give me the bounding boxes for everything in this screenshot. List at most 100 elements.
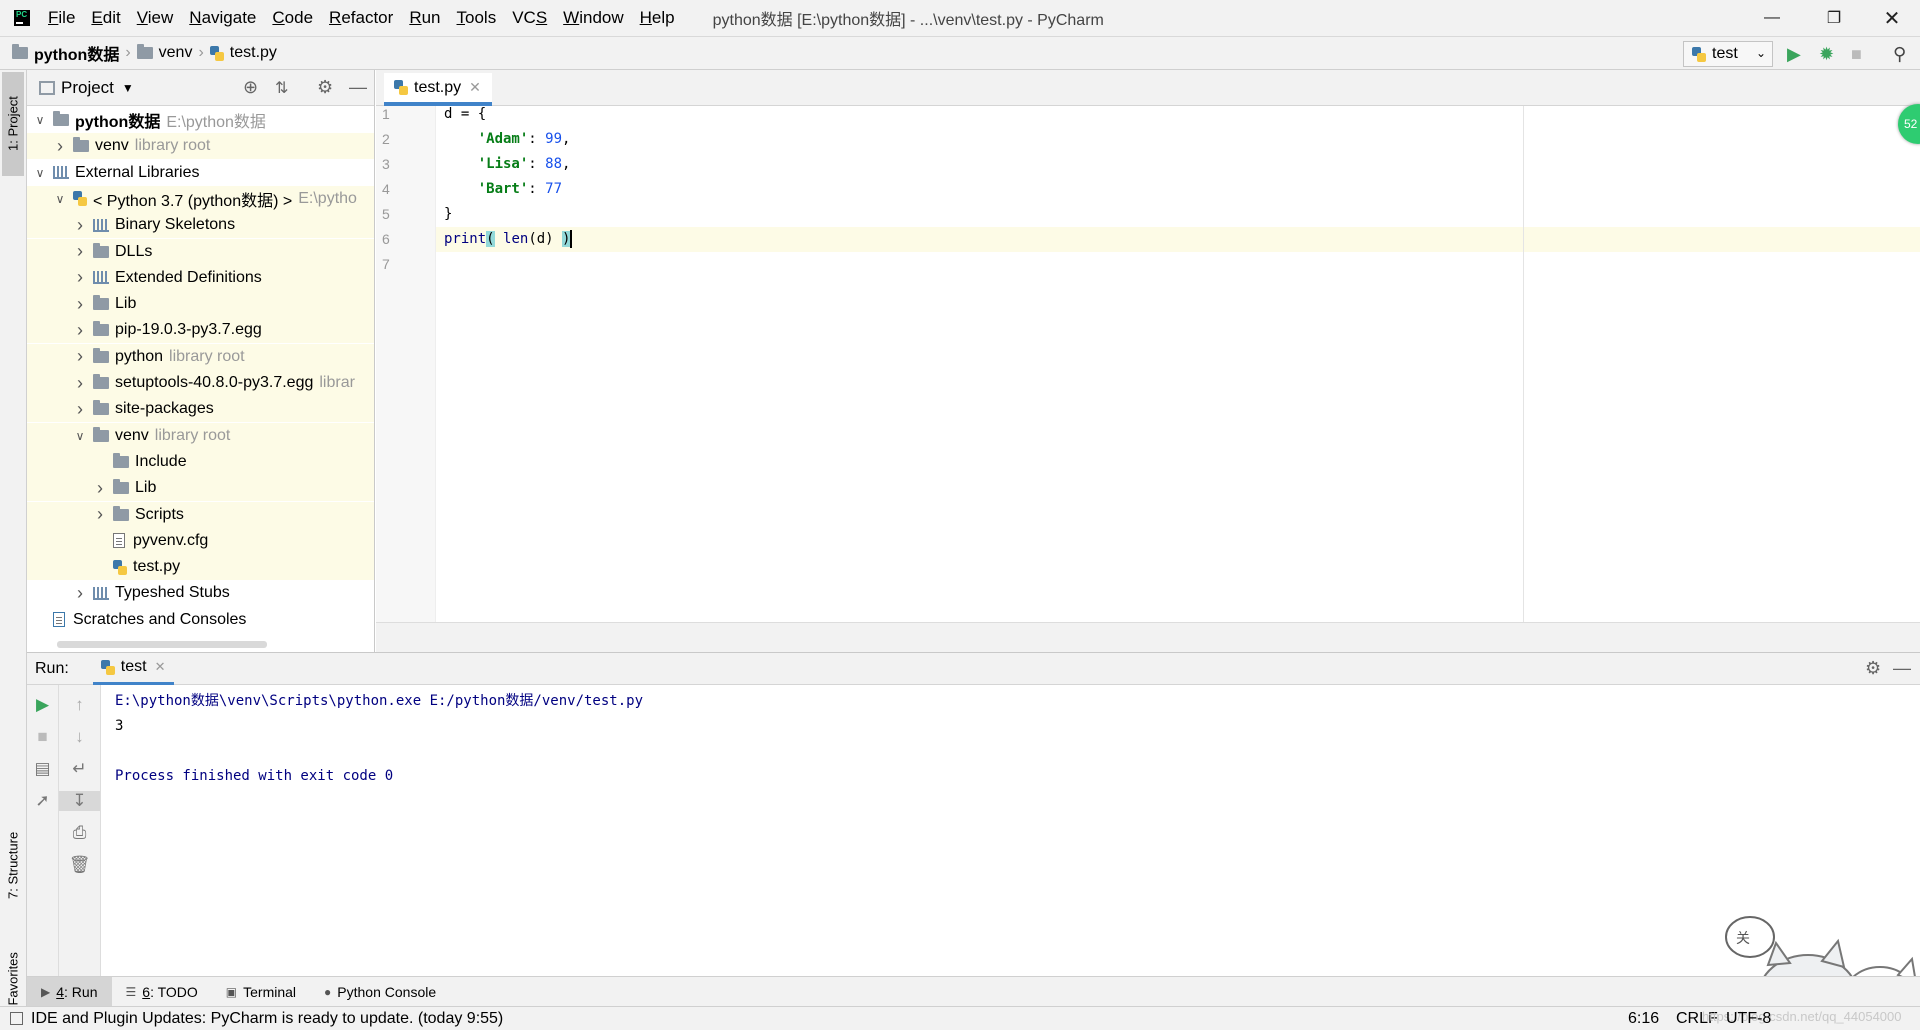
- run-icon[interactable]: ▶: [1787, 45, 1801, 63]
- chevron-right-icon[interactable]: ›: [73, 267, 87, 288]
- debug-bug-icon[interactable]: ✹: [1819, 45, 1834, 63]
- chevron-down-icon[interactable]: ∨: [53, 192, 67, 206]
- rerun-icon[interactable]: ▶: [27, 695, 58, 715]
- caret-position[interactable]: 6:16: [1628, 1010, 1659, 1028]
- tree-item[interactable]: › setuptools-40.8.0-py3.7.egg librar: [27, 370, 374, 396]
- restore-button[interactable]: ❐: [1806, 0, 1862, 36]
- tool-tab-project[interactable]: 1: Project: [2, 72, 24, 176]
- hide-panel-icon[interactable]: —: [349, 77, 367, 98]
- tree-item[interactable]: › Typeshed Stubs: [27, 580, 374, 606]
- minimize-button[interactable]: —: [1744, 0, 1800, 36]
- breadcrumb-project[interactable]: python数据 ›: [12, 41, 137, 65]
- hide-panel-icon[interactable]: —: [1893, 658, 1911, 679]
- chevron-right-icon[interactable]: ›: [73, 583, 87, 604]
- pin-icon[interactable]: ➚: [27, 791, 58, 811]
- tree-item-label: Scratches and Consoles: [73, 610, 247, 628]
- chevron-right-icon[interactable]: ›: [73, 373, 87, 394]
- tree-item[interactable]: › pip-19.0.3-py3.7.egg: [27, 317, 374, 344]
- gear-icon[interactable]: ⚙: [1865, 658, 1881, 679]
- chevron-right-icon[interactable]: ›: [93, 504, 107, 525]
- code-token: }: [444, 206, 453, 222]
- editor-tab-bar: test.py ✕: [376, 70, 1920, 106]
- menu-item[interactable]: Navigate: [181, 0, 264, 36]
- menu-item[interactable]: Window: [555, 0, 631, 36]
- close-window-button[interactable]: ✕: [1864, 0, 1920, 36]
- chevron-down-icon[interactable]: ∨: [73, 429, 87, 443]
- down-arrow-icon[interactable]: ↓: [59, 727, 100, 747]
- tree-item[interactable]: › site-packages: [27, 396, 374, 423]
- status-message[interactable]: IDE and Plugin Updates: PyCharm is ready…: [31, 1010, 503, 1028]
- tree-item[interactable]: › Scripts: [27, 501, 374, 528]
- search-icon[interactable]: ⚲: [1893, 45, 1906, 63]
- run-configuration-select[interactable]: test ⌄: [1683, 41, 1773, 67]
- config-file-icon: [113, 533, 125, 549]
- tree-item[interactable]: › venv library root: [27, 133, 374, 160]
- stop-icon[interactable]: ■: [1851, 45, 1862, 63]
- tree-item[interactable]: ∨ venv library root: [27, 422, 374, 449]
- tree-item[interactable]: ∨ < Python 3.7 (python数据) > E:\pytho: [27, 185, 374, 212]
- chevron-right-icon[interactable]: ›: [73, 215, 87, 236]
- bottom-tool-tab[interactable]: ● Python Console: [310, 977, 450, 1007]
- chevron-right-icon[interactable]: ›: [73, 241, 87, 262]
- menu-item[interactable]: Run: [401, 0, 448, 36]
- tree-item[interactable]: pyvenv.cfg: [27, 527, 374, 554]
- event-log-icon[interactable]: [10, 1012, 23, 1025]
- menu-item[interactable]: Code: [264, 0, 321, 36]
- file-encoding[interactable]: UTF-8: [1726, 1010, 1771, 1028]
- print-icon[interactable]: ⎙: [59, 823, 100, 843]
- run-tab-test[interactable]: test ✕: [92, 653, 174, 685]
- gear-icon[interactable]: ⚙: [317, 77, 333, 98]
- tree-item[interactable]: › python library root: [27, 343, 374, 370]
- collapse-all-icon[interactable]: ⇅: [275, 78, 288, 98]
- up-arrow-icon[interactable]: ↑: [59, 695, 100, 715]
- tree-item[interactable]: › Binary Skeletons: [27, 212, 374, 239]
- breadcrumb-file[interactable]: test.py: [209, 44, 277, 62]
- layout-icon[interactable]: ▤: [27, 759, 58, 779]
- close-tab-icon[interactable]: ✕: [469, 79, 481, 96]
- chevron-down-icon[interactable]: ▼: [122, 81, 134, 95]
- menu-item[interactable]: VCS: [504, 0, 555, 36]
- soft-wrap-icon[interactable]: ↵: [59, 759, 100, 779]
- chevron-right-icon[interactable]: ›: [73, 320, 87, 341]
- chevron-right-icon[interactable]: ›: [73, 346, 87, 367]
- menu-item[interactable]: File: [40, 0, 83, 36]
- python-icon: [1692, 46, 1706, 62]
- chevron-right-icon[interactable]: ›: [73, 399, 87, 420]
- console-line: E:\python数据\venv\Scripts\python.exe E:/p…: [115, 693, 644, 709]
- menu-item[interactable]: Refactor: [321, 0, 401, 36]
- trash-icon[interactable]: 🗑: [59, 855, 100, 875]
- tree-item[interactable]: › Extended Definitions: [27, 264, 374, 291]
- bottom-tool-tab[interactable]: ☰ 6: TODO: [112, 977, 212, 1007]
- tool-tab-icon: ☰: [125, 984, 137, 999]
- tree-item[interactable]: ∨ python数据 E:\python数据: [27, 107, 374, 133]
- horizontal-scrollbar[interactable]: [57, 641, 267, 648]
- chevron-right-icon[interactable]: ›: [73, 294, 87, 315]
- chevron-down-icon[interactable]: ∨: [33, 166, 47, 180]
- console-output[interactable]: E:\python数据\venv\Scripts\python.exe E:/p…: [115, 685, 1905, 975]
- chevron-right-icon[interactable]: ›: [53, 136, 67, 157]
- project-panel-title[interactable]: Project: [61, 78, 114, 98]
- menu-item[interactable]: View: [129, 0, 182, 36]
- tree-item[interactable]: test.py: [27, 554, 374, 581]
- code-token: 99: [545, 131, 563, 147]
- tool-tab-structure[interactable]: 7: Structure: [2, 810, 24, 920]
- scroll-to-end-icon[interactable]: ↧: [59, 791, 100, 811]
- bottom-tool-tab[interactable]: ▣ Terminal: [212, 977, 310, 1007]
- chevron-right-icon[interactable]: ›: [93, 478, 107, 499]
- bottom-tool-tab[interactable]: ▶ 4: Run: [27, 976, 112, 1007]
- stop-icon[interactable]: ■: [27, 727, 58, 747]
- tree-item[interactable]: Include: [27, 448, 374, 475]
- breadcrumb-venv[interactable]: venv ›: [136, 44, 210, 62]
- menu-item[interactable]: Tools: [449, 0, 505, 36]
- tree-item[interactable]: › DLLs: [27, 238, 374, 265]
- menu-item[interactable]: Edit: [83, 0, 128, 36]
- code-editor[interactable]: d = { 'Adam': 99, 'Lisa': 88, 'Bart': 77…: [436, 106, 1920, 622]
- tree-item[interactable]: ∨ External Libraries: [27, 160, 374, 186]
- close-tab-icon[interactable]: ✕: [155, 659, 166, 675]
- locate-icon[interactable]: ⊕: [243, 77, 258, 98]
- tree-item[interactable]: Scratches and Consoles: [27, 607, 374, 633]
- tree-item[interactable]: › Lib: [27, 291, 374, 318]
- chevron-down-icon[interactable]: ∨: [33, 113, 47, 127]
- menu-item[interactable]: Help: [632, 0, 683, 36]
- tree-item[interactable]: › Lib: [27, 475, 374, 502]
